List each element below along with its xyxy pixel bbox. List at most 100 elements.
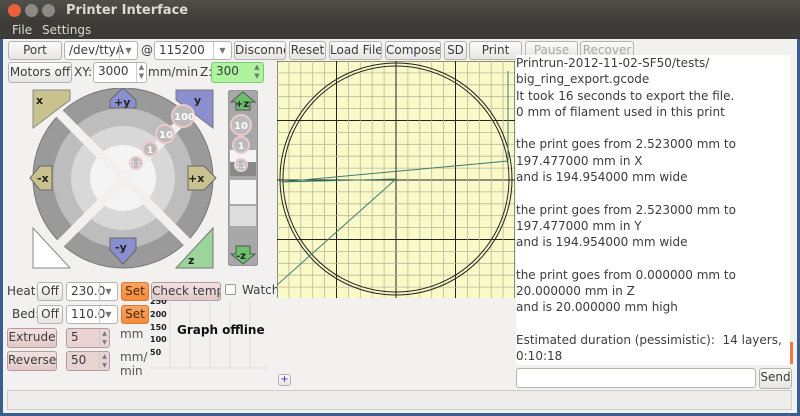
add-button[interactable]: + [278, 374, 291, 386]
minus-z-label: -z [236, 251, 246, 262]
z-value: 300 [216, 64, 239, 78]
log-line: the print goes from 2.523000 mm to 197.4… [516, 137, 740, 168]
z-feedrate-spin[interactable]: 300 ▲ ▼ [211, 62, 264, 83]
plus-x-label: +x [188, 172, 204, 185]
menu-bar: File Settings [0, 22, 800, 39]
log-scrollbar[interactable] [790, 342, 793, 364]
watch-label: Watch [242, 283, 280, 297]
amount-unit: mm [120, 327, 144, 341]
log-line: big_ring_export.gcode [516, 72, 650, 87]
z-step-0.1[interactable]: 0.1 [235, 162, 246, 170]
z-step-1[interactable]: 1 [238, 142, 244, 152]
extrude-button[interactable]: Extrude [7, 328, 57, 348]
bed-label: Bed: [12, 307, 40, 321]
graph-tick: 100 [150, 335, 167, 344]
command-input[interactable] [516, 368, 756, 388]
minus-x-label: -x [37, 172, 49, 185]
window-title: Printer Interface [66, 3, 189, 18]
dropdown-arrow-icon[interactable]: ▼ [99, 306, 117, 323]
z-step-10[interactable]: 10 [234, 121, 248, 132]
menu-file[interactable]: File [12, 23, 32, 37]
motors-off-button[interactable]: Motors off [8, 62, 72, 83]
disconnect-button[interactable]: Disconne [234, 41, 286, 60]
reset-button[interactable]: Reset [289, 41, 326, 60]
heat-label: Heat: [7, 284, 40, 298]
port-button[interactable]: Port [8, 41, 62, 60]
graph-tick: 250 [150, 300, 167, 306]
compose-button[interactable]: Compose [385, 41, 441, 60]
heat-set-button[interactable]: Set [121, 282, 149, 301]
graph-tick: 150 [150, 323, 167, 332]
dropdown-arrow-icon[interactable]: ▼ [99, 283, 117, 300]
reverse-button[interactable]: Reverse [7, 351, 57, 371]
bed-off-button[interactable]: Off [37, 305, 63, 324]
xy-feedrate-spin[interactable]: 3000 ▲ ▼ [93, 62, 147, 83]
log-line: the print goes from 0.000000 mm to 20.00… [516, 267, 740, 299]
watch-checkbox[interactable] [225, 284, 236, 295]
home-x-label: x [36, 94, 43, 107]
print-button[interactable]: Print [469, 41, 522, 60]
check-temp-button[interactable]: Check temp [151, 282, 221, 301]
maximize-icon[interactable] [42, 4, 55, 17]
z-jog-control[interactable]: +z -z 10 1 0.1 [228, 90, 258, 266]
graph-tick: 50 [150, 348, 162, 357]
xy-jog-control[interactable]: x y z +y -y -x +x 100 10 1 0.1 [28, 88, 218, 270]
print-preview[interactable] [277, 61, 515, 298]
load-file-button[interactable]: Load File [329, 41, 382, 60]
home-y-label: y [194, 94, 201, 107]
xy-value: 3000 [98, 64, 129, 78]
log-line: Estimated duration (pessimistic): 14 lay… [516, 333, 786, 364]
xy-label: XY: [74, 65, 92, 79]
log-line: the print goes from 2.523000 mm to 197.4… [516, 202, 740, 233]
spin-arrows-icon[interactable]: ▲ ▼ [99, 329, 109, 347]
step-1[interactable]: 1 [147, 146, 153, 156]
log-line: Printrun-2012-11-02-SF50/tests/ [516, 56, 710, 70]
extrude-speed: 50 [71, 353, 87, 367]
graph-status: Graph offline [177, 323, 265, 337]
console-log: Printrun-2012-11-02-SF50/tests/big_ring_… [516, 55, 790, 365]
bed-temp-combo[interactable]: 110.0 ▼ [66, 305, 118, 324]
baud-combo[interactable]: 115200 ▼ [154, 41, 232, 60]
extrude-amount-spin[interactable]: 5 ▲ ▼ [66, 328, 110, 348]
log-line: It took 16 seconds to export the file. [516, 88, 735, 103]
spin-arrows-icon[interactable]: ▲ ▼ [136, 63, 146, 82]
heat-temp-combo[interactable]: 230.0 ▼ [66, 282, 118, 301]
minus-y-label: -y [115, 241, 127, 254]
home-z-label: z [188, 254, 194, 267]
port-value: /dev/ttyA [69, 43, 124, 57]
speed-unit: mm/ min [120, 350, 148, 378]
step-0.1[interactable]: 0.1 [130, 160, 141, 168]
close-icon[interactable] [8, 4, 21, 17]
at-label: @ [141, 43, 153, 57]
send-button[interactable]: Send [759, 368, 792, 389]
temperature-graph: 250 200 150 100 50 Graph offline [150, 300, 270, 369]
heat-off-button[interactable]: Off [37, 282, 63, 301]
extrude-amount: 5 [71, 330, 79, 344]
dropdown-arrow-icon[interactable]: ▼ [119, 42, 137, 59]
step-10[interactable]: 10 [159, 130, 173, 141]
plus-z-label: +z [235, 99, 249, 110]
step-100[interactable]: 100 [174, 112, 195, 123]
log-line: and is 194.954000 mm wide [516, 170, 688, 185]
log-line: 0 mm of filament used in this print [516, 104, 725, 119]
status-bar [7, 390, 792, 410]
port-combo[interactable]: /dev/ttyA ▼ [64, 41, 138, 60]
spin-arrows-icon[interactable]: ▲ ▼ [99, 352, 109, 370]
xy-unit: mm/min [148, 65, 199, 79]
baud-value: 115200 [159, 43, 205, 57]
menu-settings[interactable]: Settings [42, 23, 91, 37]
bed-set-button[interactable]: Set [121, 305, 149, 324]
sd-button[interactable]: SD [444, 41, 467, 60]
log-line: and is 20.000000 mm high [516, 300, 678, 315]
log-line: and is 194.954000 mm wide [516, 235, 688, 250]
graph-tick: 200 [150, 310, 167, 319]
spin-arrows-icon[interactable]: ▲ ▼ [251, 63, 263, 82]
dropdown-arrow-icon[interactable]: ▼ [213, 42, 231, 59]
title-bar: Printer Interface [0, 0, 800, 22]
minimize-icon[interactable] [25, 4, 38, 17]
extrude-speed-spin[interactable]: 50 ▲ ▼ [66, 351, 110, 371]
plus-y-label: +y [114, 96, 130, 109]
